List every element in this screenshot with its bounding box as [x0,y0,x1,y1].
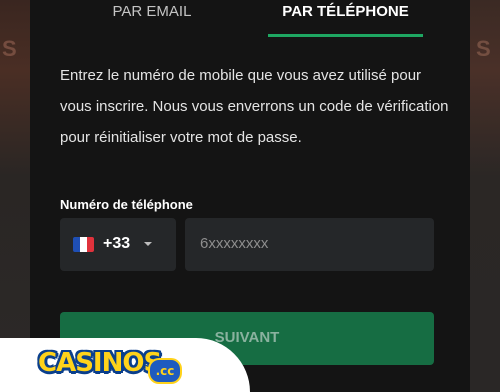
phone-number-placeholder: 6xxxxxxxx [200,235,269,252]
active-tab-indicator [268,34,423,37]
background-decoration: S [476,36,491,61]
phone-number-input[interactable]: 6xxxxxxxx [185,218,434,271]
password-reset-modal: PAR EMAIL PAR TÉLÉPHONE Entrez le numéro… [30,0,470,392]
background-decoration: S [2,36,17,61]
instructions-text: Entrez le numéro de mobile que vous avez… [60,67,449,146]
phone-field-label: Numéro de téléphone [60,197,193,212]
dial-code: +33 [103,235,131,252]
background-right-panel: S [470,0,500,392]
chevron-down-icon [144,242,152,246]
country-code-select[interactable]: +33 [60,218,176,271]
tab-by-email[interactable]: PAR EMAIL [82,0,222,36]
reset-method-tabs: PAR EMAIL PAR TÉLÉPHONE [30,0,470,38]
casinos-logo-suffix: .cc [148,358,182,384]
casinos-logo: CASINOS [38,348,162,378]
background-left-panel: S [0,0,30,392]
france-flag-icon [73,237,94,252]
tab-by-phone[interactable]: PAR TÉLÉPHONE [268,0,423,36]
